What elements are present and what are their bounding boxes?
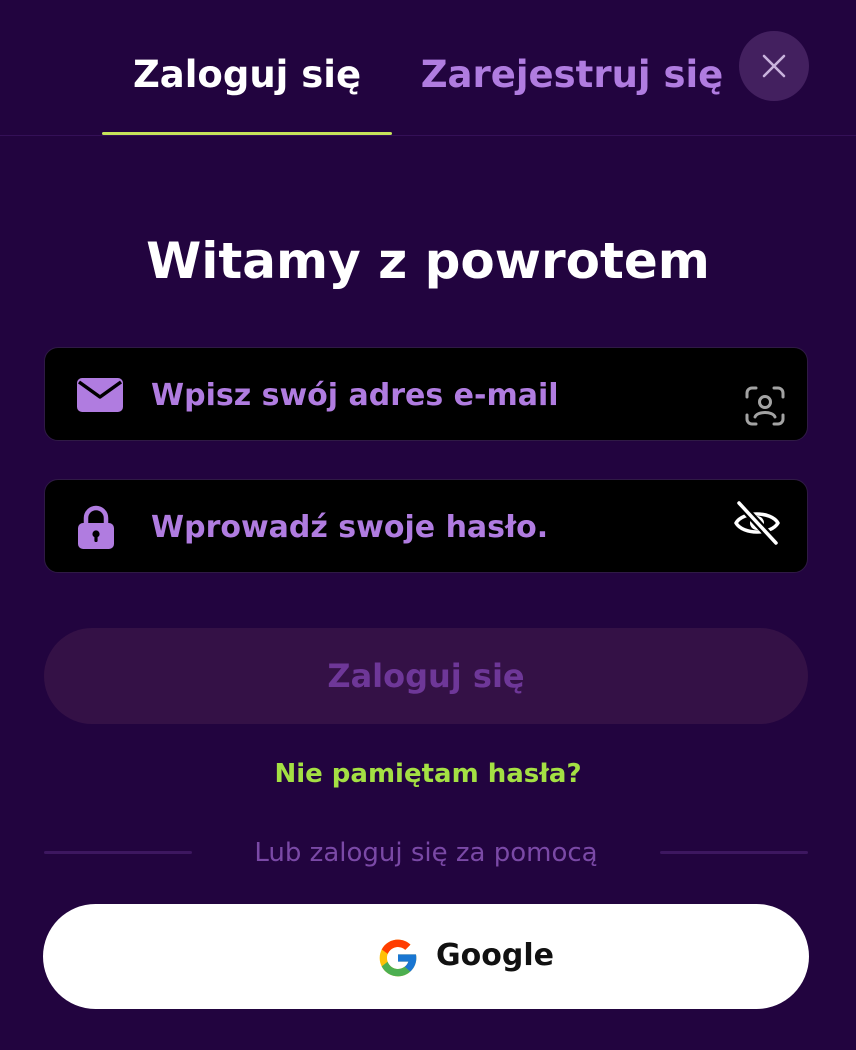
divider-line-right	[660, 851, 808, 854]
login-modal: Zaloguj się Zarejestruj się Witamy z pow…	[0, 0, 856, 1050]
email-field[interactable]	[44, 347, 808, 441]
email-input[interactable]	[151, 370, 711, 420]
eye-off-icon[interactable]	[733, 499, 781, 547]
google-login-button[interactable]: Google	[43, 904, 809, 1009]
login-submit-button[interactable]: Zaloguj się	[44, 628, 808, 724]
envelope-icon	[77, 378, 123, 412]
divider-text: Lub zaloguj się za pomocą	[254, 838, 598, 868]
forgot-password-link[interactable]: Nie pamiętam hasła?	[0, 754, 856, 794]
password-input[interactable]	[151, 502, 711, 552]
google-button-label: Google	[436, 938, 554, 973]
tab-register[interactable]: Zarejestruj się	[413, 50, 731, 100]
face-scan-icon[interactable]	[745, 386, 785, 426]
divider-line-left	[44, 851, 192, 854]
page-title: Witamy z powrotem	[146, 232, 710, 290]
lock-icon	[78, 505, 114, 549]
password-field[interactable]	[44, 479, 808, 573]
active-tab-indicator	[102, 132, 392, 135]
close-icon	[762, 54, 786, 78]
tab-login[interactable]: Zaloguj się	[102, 50, 392, 100]
google-logo-icon	[379, 939, 417, 977]
close-button[interactable]	[739, 31, 809, 101]
auth-tabs: Zaloguj się Zarejestruj się	[0, 0, 856, 136]
